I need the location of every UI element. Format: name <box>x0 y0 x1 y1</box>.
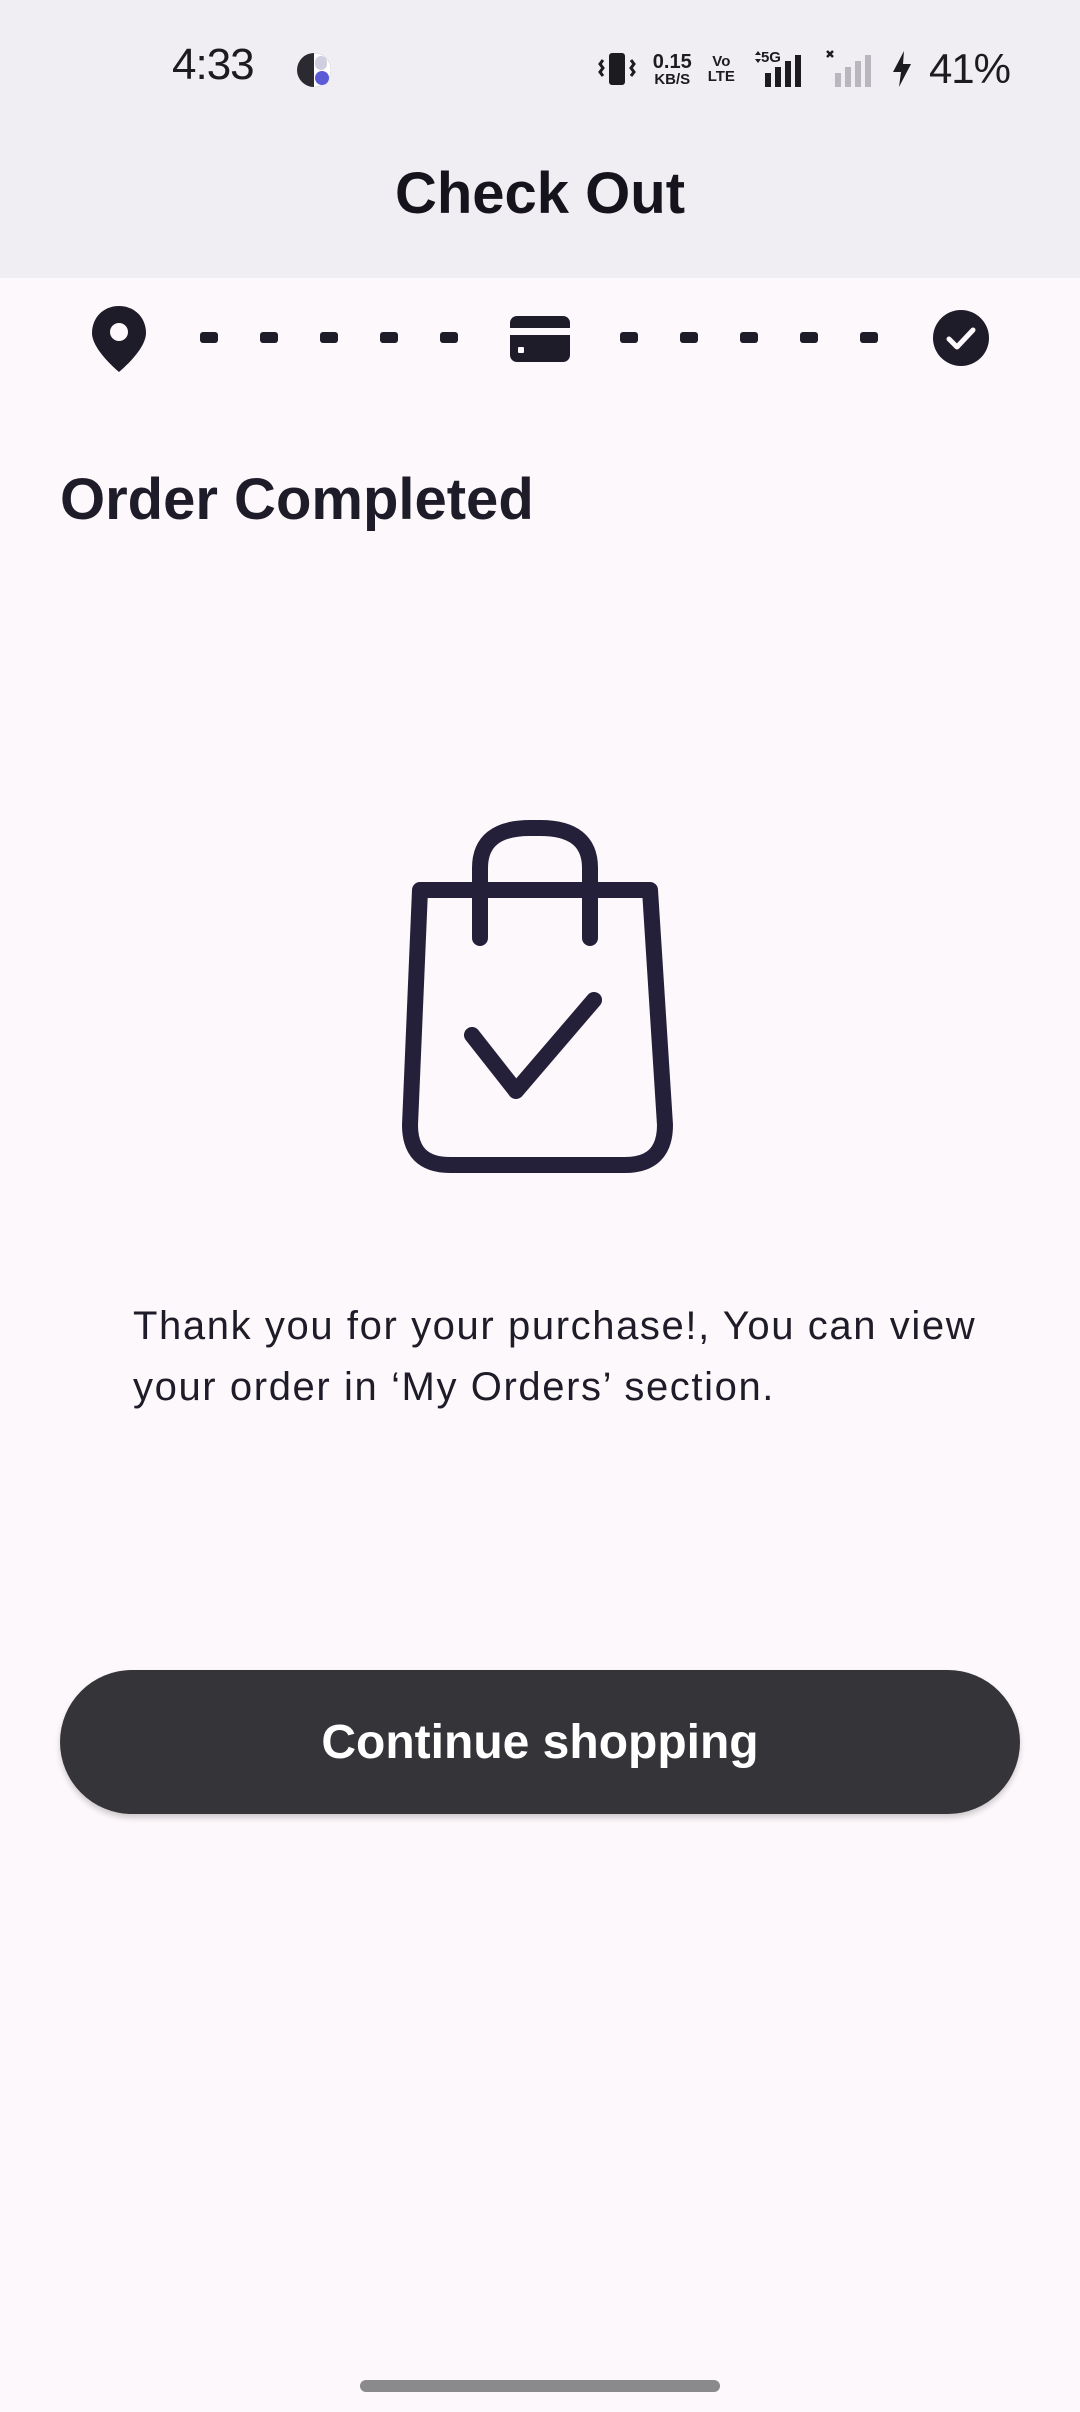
volte-indicator: Vo LTE <box>708 54 735 84</box>
app-notification-icon <box>297 53 331 87</box>
confirmation-message: Thank you for your purchase!, You can vi… <box>133 1304 977 1409</box>
progress-dash <box>200 332 218 343</box>
progress-dash <box>740 332 758 343</box>
network-speed-value: 0.15 <box>652 50 692 73</box>
volte-top-label: Vo <box>712 53 731 70</box>
progress-dash <box>440 332 458 343</box>
continue-shopping-button[interactable]: Continue shopping <box>60 1670 1020 1814</box>
status-bar: 4:33 0.15 KB/S Vo LTE 5G 41% <box>0 0 1080 140</box>
signal-strength-icon <box>754 51 801 87</box>
progress-dash <box>380 332 398 343</box>
credit-card-icon <box>510 316 570 362</box>
home-indicator[interactable] <box>360 2380 720 2392</box>
battery-percent: 41% <box>928 45 1011 92</box>
page-title: Check Out <box>394 161 686 226</box>
status-icons: 0.15 KB/S Vo LTE 5G 41% <box>597 44 1011 94</box>
network-speed-unit: KB/S <box>654 70 691 88</box>
app-bar: 4:33 0.15 KB/S Vo LTE 5G 41% Check Out <box>0 0 1080 278</box>
order-completed-heading: Order Completed <box>60 467 534 532</box>
location-pin-icon <box>92 306 146 372</box>
progress-dash <box>800 332 818 343</box>
progress-dash <box>320 332 338 343</box>
network-speed: 0.15 KB/S <box>653 52 692 87</box>
vibrate-icon <box>597 53 636 85</box>
signal-5g: 5G <box>751 49 809 89</box>
progress-dash <box>620 332 638 343</box>
charging-icon <box>892 51 911 87</box>
progress-dash <box>260 332 278 343</box>
shopping-bag-check-icon <box>402 820 673 1173</box>
volte-bottom-label: LTE <box>707 68 735 85</box>
signal-empty-icon <box>826 50 871 87</box>
progress-dash <box>680 332 698 343</box>
progress-dash <box>860 332 878 343</box>
check-circle-icon <box>933 310 989 366</box>
status-time: 4:33 <box>172 40 255 89</box>
